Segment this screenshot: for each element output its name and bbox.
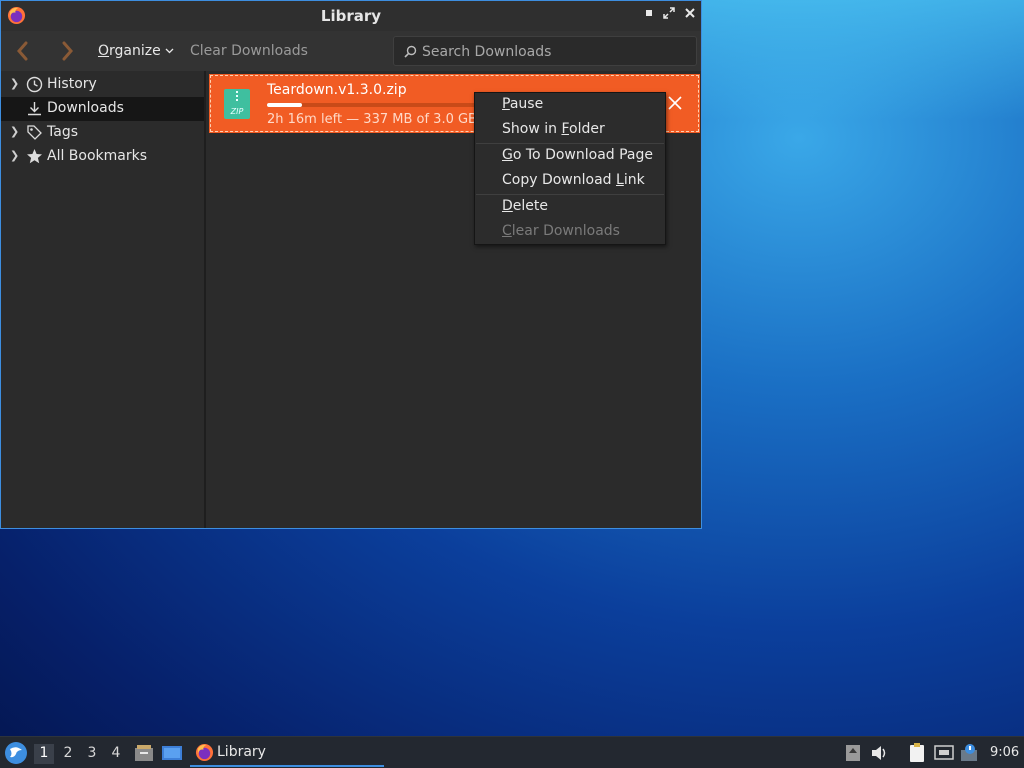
taskbar-task-library[interactable]: Library [190,739,384,767]
organize-menu-button[interactable]: Organize [98,43,174,59]
svg-text:ZIP: ZIP [230,107,244,116]
eject-icon[interactable] [842,742,864,764]
maximize-button[interactable] [661,7,677,23]
sidebar: ❯ History Downloads ❯ Tags ❯ All Bookmar… [1,71,206,528]
firefox-icon [195,743,214,762]
sidebar-item-history[interactable]: ❯ History [1,73,204,97]
search-box[interactable] [393,36,697,66]
notification-icon[interactable] [959,742,981,764]
network-icon[interactable] [933,742,955,764]
search-input[interactable] [420,41,684,63]
clear-downloads-button[interactable]: Clear Downloads [190,43,308,59]
close-button[interactable] [682,7,698,23]
maximize-icon [663,7,675,19]
forward-button[interactable] [56,39,78,63]
download-context-menu: Pause Show in Folder Go To Download Page… [474,92,666,245]
minimize-button[interactable] [641,7,657,23]
menu-item-copy-download-link[interactable]: Copy Download Link [475,169,665,193]
expand-chevron-icon[interactable]: ❯ [10,125,19,138]
workspace-3[interactable]: 3 [82,744,102,764]
workspace-2[interactable]: 2 [58,744,78,764]
minimize-icon [646,10,652,16]
expand-chevron-icon[interactable]: ❯ [10,149,19,162]
close-icon [685,8,695,18]
title-bar[interactable]: Library [1,1,701,31]
wallpaper-highlight [700,0,1024,120]
workspace-4[interactable]: 4 [106,744,126,764]
menu-item-pause[interactable]: Pause [475,93,665,117]
clock: 9:06 [990,745,1020,760]
window-title: Library [320,7,382,25]
download-progress-fill [267,103,302,107]
menu-item-go-to-download-page[interactable]: Go To Download Page [475,144,665,168]
chevron-left-icon [17,41,28,61]
download-filename: Teardown.v1.3.0.zip [267,82,407,98]
library-window: Library Organize Clear Downloads ❯ [0,0,702,529]
chevron-down-icon [165,48,174,54]
file-manager-icon[interactable] [133,742,155,764]
taskbar: 1 2 3 4 Library 9:06 [0,736,1024,768]
star-icon [27,149,42,164]
sidebar-item-all-bookmarks[interactable]: ❯ All Bookmarks [1,145,204,169]
volume-icon[interactable] [869,742,891,764]
toolbar: Organize Clear Downloads [1,31,701,71]
clock-icon [26,76,43,93]
menu-item-delete[interactable]: Delete [475,195,665,219]
expand-chevron-icon[interactable]: ❯ [10,77,19,90]
start-menu-icon[interactable] [4,741,28,765]
back-button[interactable] [12,39,34,63]
clipboard-icon[interactable] [906,742,928,764]
cancel-download-icon[interactable] [667,95,683,111]
zip-file-icon: ZIP [224,89,250,119]
sidebar-item-tags[interactable]: ❯ Tags [1,121,204,145]
workspace-1[interactable]: 1 [34,744,54,764]
download-status: 2h 16m left — 337 MB of 3.0 GB [267,112,477,127]
menu-item-clear-downloads: Clear Downloads [502,223,620,239]
show-desktop-icon[interactable] [161,742,183,764]
download-icon [28,102,41,116]
menu-item-show-in-folder[interactable]: Show in Folder [475,118,665,142]
sidebar-item-downloads[interactable]: Downloads [1,97,204,121]
tag-icon [27,125,42,140]
search-icon [404,45,417,58]
chevron-right-icon [62,41,73,61]
